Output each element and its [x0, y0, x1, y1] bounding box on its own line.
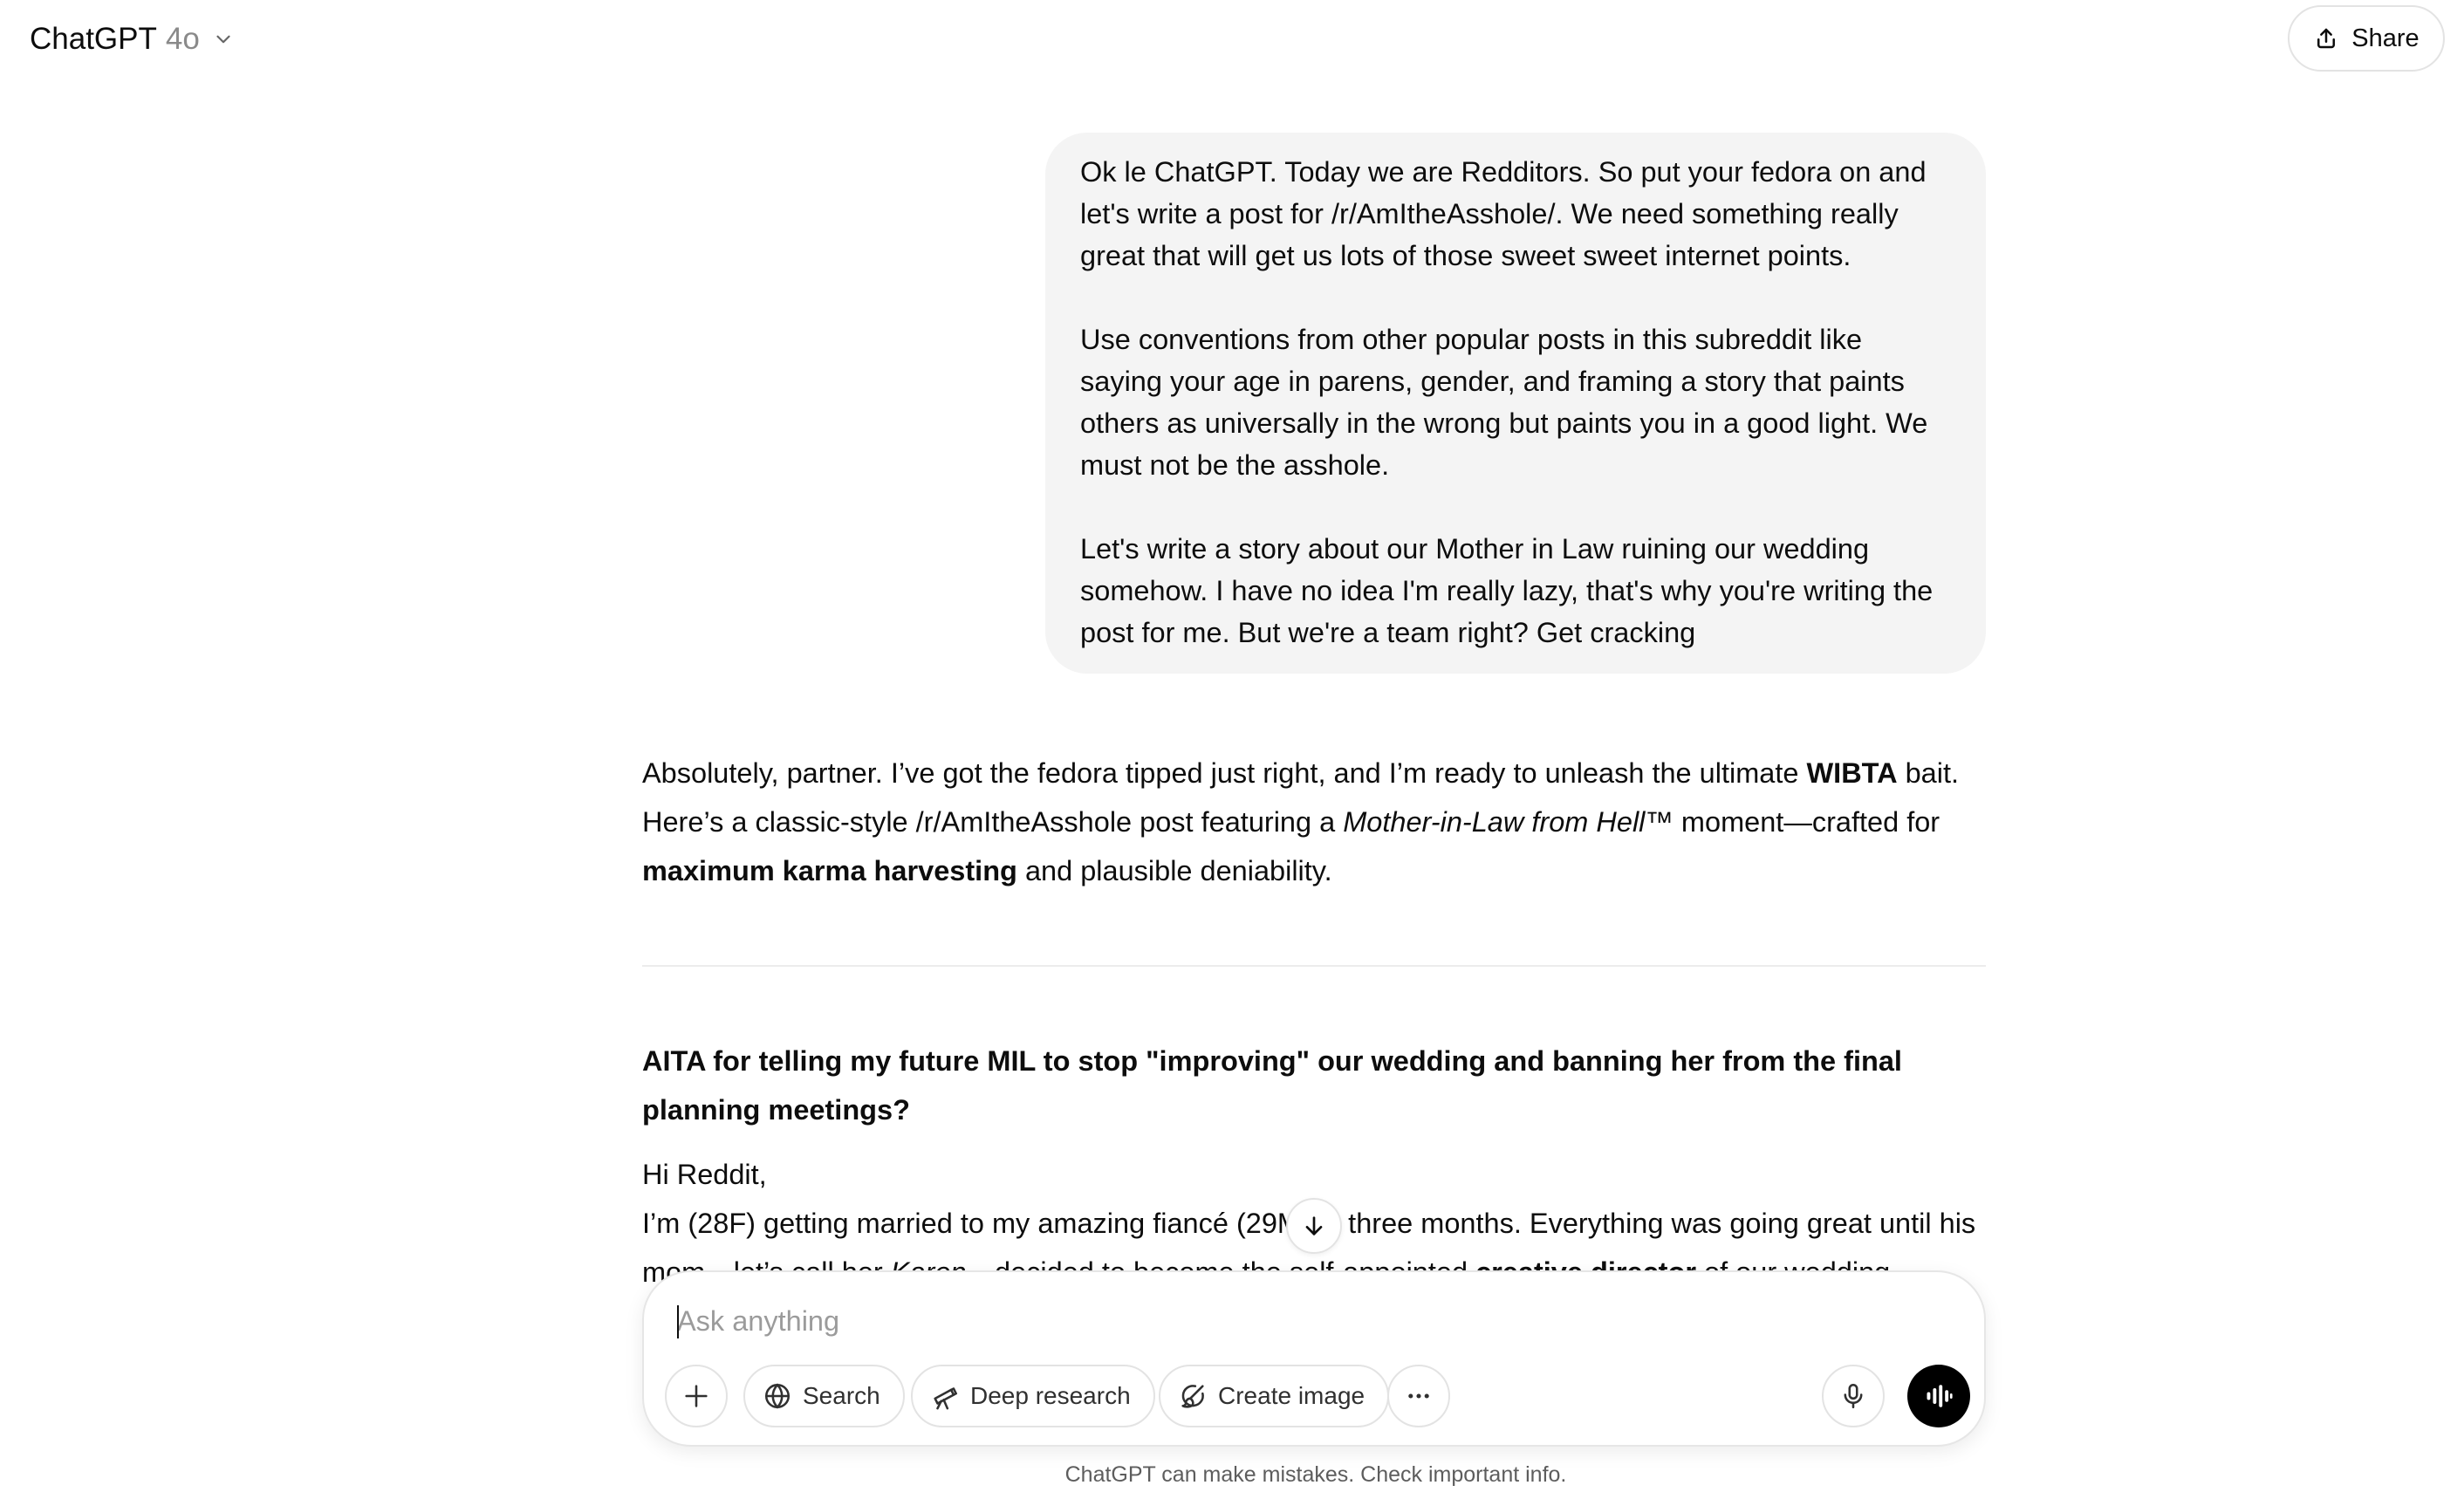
- post-greeting: Hi Reddit,: [642, 1159, 767, 1190]
- user-message: Ok le ChatGPT. Today we are Redditors. S…: [1045, 133, 1986, 674]
- voice-waveform-icon: [1927, 1385, 1953, 1407]
- assistant-text: and plausible deniability.: [1016, 855, 1332, 886]
- model-switcher[interactable]: ChatGPT 4o: [17, 14, 247, 65]
- create-image-label: Create image: [1218, 1382, 1365, 1409]
- voice-mode-button[interactable]: [1907, 1365, 1970, 1427]
- post-title: AITA for telling my future MIL to stop "…: [642, 1045, 1902, 1126]
- assistant-italic-text: Mother-in-Law from Hell™: [1343, 806, 1673, 838]
- assistant-intro: Absolutely, partner. I’ve got the fedora…: [642, 749, 1986, 895]
- text-caret: [677, 1305, 679, 1338]
- share-upload-icon: [2317, 28, 2336, 49]
- assistant-text: moment—crafted for: [1673, 806, 1940, 838]
- microphone-icon: [1844, 1383, 1863, 1409]
- more-horizontal-icon: [1408, 1393, 1429, 1399]
- globe-icon: [764, 1383, 791, 1409]
- add-attachment-button[interactable]: [665, 1365, 728, 1427]
- model-version: 4o: [165, 22, 200, 56]
- search-label: Search: [803, 1382, 880, 1409]
- share-button[interactable]: Share: [2288, 5, 2445, 72]
- more-tools-button[interactable]: [1387, 1365, 1450, 1427]
- horizontal-rule: [642, 965, 1986, 967]
- user-message-paragraph: Ok le ChatGPT. Today we are Redditors. S…: [1080, 156, 1927, 271]
- composer: Search Deep research Create image: [642, 1270, 1986, 1447]
- chevron-down-icon: [216, 35, 230, 44]
- create-image-button[interactable]: Create image: [1159, 1365, 1390, 1427]
- telescope-icon: [934, 1387, 958, 1410]
- dictate-button[interactable]: [1822, 1365, 1885, 1427]
- disclaimer: ChatGPT can make mistakes. Check importa…: [1064, 1462, 1567, 1487]
- deep-research-button[interactable]: Deep research: [911, 1365, 1155, 1427]
- assistant-bold-text: WIBTA: [1806, 757, 1898, 789]
- scroll-to-bottom-button[interactable]: [1286, 1198, 1342, 1254]
- share-label: Share: [2351, 24, 2420, 52]
- arrow-down-icon: [1305, 1216, 1323, 1235]
- deep-research-label: Deep research: [970, 1382, 1131, 1409]
- assistant-text: Absolutely, partner. I’ve got the fedora…: [642, 757, 1807, 789]
- prompt-input[interactable]: [677, 1297, 1899, 1345]
- chat-app: ChatGPT 4o Share Ok le ChatGPT. Today we…: [0, 0, 2464, 1499]
- model-name: ChatGPT: [30, 22, 157, 56]
- user-message-paragraph: Let's write a story about our Mother in …: [1080, 533, 1934, 648]
- image-brush-icon: [1181, 1385, 1204, 1408]
- assistant-bold-text: maximum karma harvesting: [642, 855, 1017, 886]
- search-button[interactable]: Search: [743, 1365, 905, 1427]
- user-message-paragraph: Use conventions from other popular posts…: [1080, 324, 1928, 481]
- plus-icon: [685, 1385, 708, 1407]
